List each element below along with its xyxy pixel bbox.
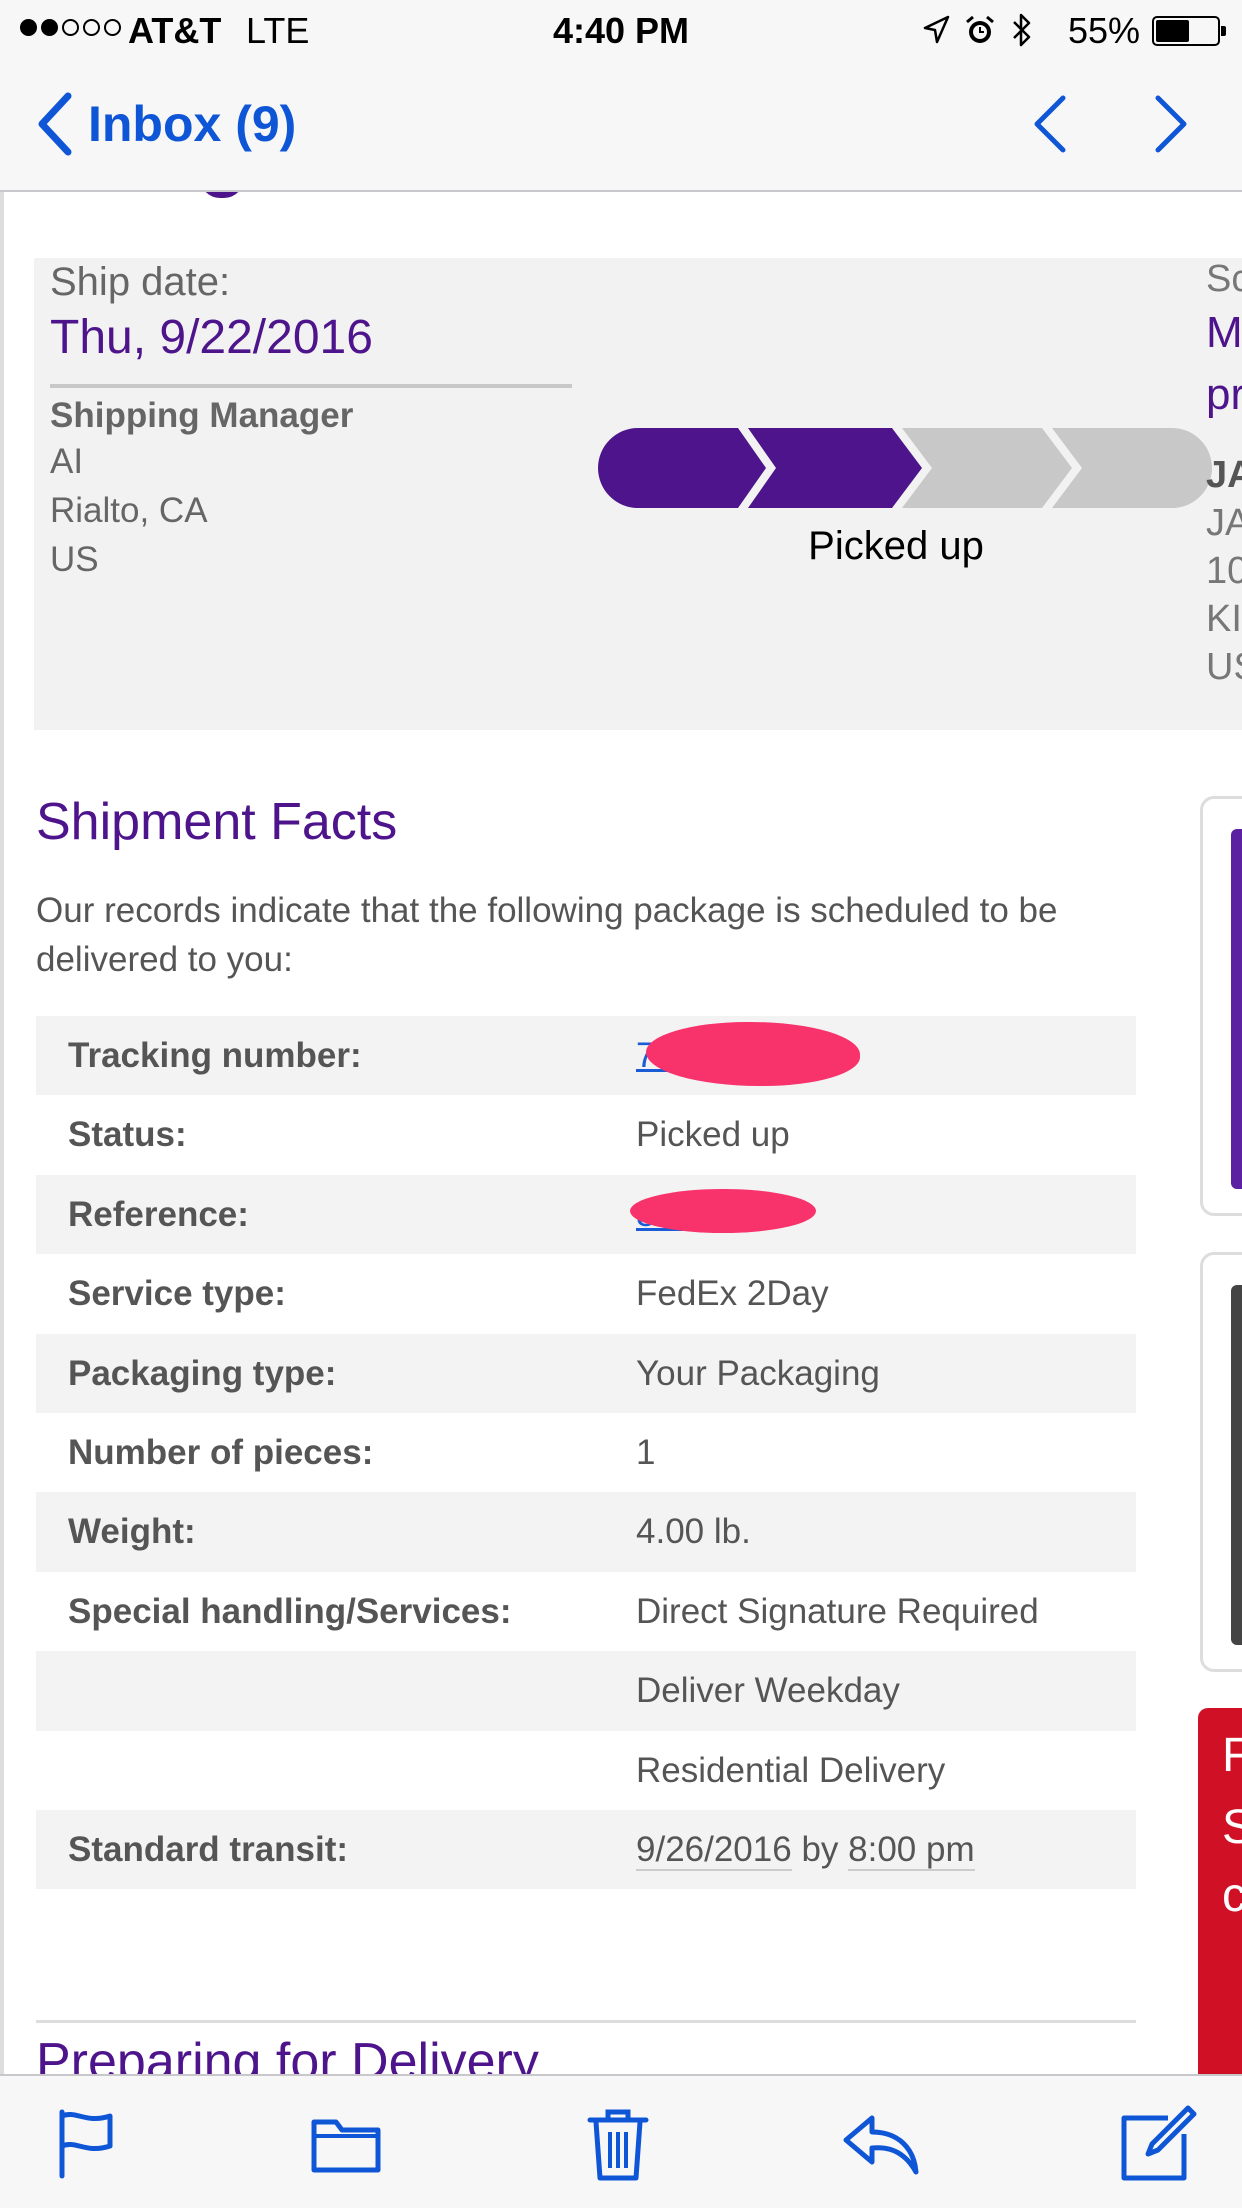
previous-message-button[interactable] [1023, 92, 1083, 156]
chevron-left-icon [38, 92, 72, 156]
special-handling-value: Deliver Weekday [636, 1671, 900, 1711]
special-handling-label: Special handling/Services: [68, 1591, 512, 1631]
battery-percentage: 55% [1068, 10, 1141, 51]
shipment-facts-intro: Our records indicate that the following … [36, 891, 1058, 979]
inbox-label: Inbox (9) [88, 96, 297, 152]
ship-date-label: Ship date: [50, 260, 231, 304]
recipient-line-fragment: US [1206, 646, 1242, 688]
transit-date: 9/26/2016 [636, 1829, 792, 1871]
progress-step-3 [902, 428, 1072, 508]
special-handling-value: Direct Signature Required [636, 1591, 1039, 1631]
mail-toolbar [0, 2074, 1242, 2208]
preparing-for-delivery-heading: Preparing for Delivery [36, 2033, 539, 2074]
shipper-name: Shipping Manager [50, 396, 354, 435]
table-row: Standard transit: 9/26/2016 by 8:00 pm [36, 1809, 1136, 1890]
transit-time: 8:00 pm [848, 1829, 975, 1871]
compose-icon[interactable] [1118, 2104, 1198, 2184]
shipment-facts-heading: Shipment Facts [36, 793, 398, 851]
ship-date-value: Thu, 9/22/2016 [50, 311, 373, 364]
table-row: Status: Picked up [36, 1095, 1136, 1174]
tracking-number-label: Tracking number: [68, 1036, 362, 1075]
table-row: Number of pieces: 1 [36, 1413, 1136, 1492]
table-row: Tracking number: 7…6 [36, 1016, 1136, 1096]
location-icon [923, 15, 950, 44]
standard-transit-label: Standard transit: [68, 1829, 349, 1869]
reply-icon[interactable] [842, 2104, 922, 2184]
next-message-button[interactable] [1138, 92, 1198, 156]
flag-icon[interactable] [46, 2104, 126, 2184]
progress-step-2 [748, 428, 922, 508]
progress-status-label: Picked up [808, 524, 984, 568]
shipper-country: US [50, 540, 99, 579]
redaction-mark [630, 1189, 816, 1233]
side-promo-card[interactable] [1200, 796, 1242, 1216]
side-promo-banner[interactable]: F S c [1198, 1708, 1242, 2074]
table-row: Packaging type: Your Packaging [36, 1333, 1136, 1413]
shipment-progress-bar [598, 428, 1212, 508]
reference-label: Reference: [68, 1194, 249, 1234]
divider [36, 2020, 1136, 2023]
side-promo-card[interactable] [1200, 1252, 1242, 1672]
number-of-pieces-label: Number of pieces: [68, 1432, 374, 1472]
divider [50, 384, 572, 388]
bluetooth-icon [1013, 13, 1031, 47]
status-value: Picked up [636, 1115, 790, 1155]
recipient-name-fragment: JA [1206, 454, 1242, 496]
service-type-label: Service type: [68, 1274, 286, 1314]
weight-label: Weight: [68, 1512, 196, 1552]
table-row: Weight: 4.00 lb. [36, 1492, 1136, 1572]
progress-step-1 [598, 428, 766, 508]
table-row: Reference: 8…17 [36, 1174, 1136, 1255]
recipient-value-fragment-2: pr [1206, 370, 1242, 419]
clipped-heading-fragment [200, 192, 244, 198]
table-row: Residential Delivery [36, 1731, 1136, 1810]
folder-icon[interactable] [306, 2104, 386, 2184]
battery-icon [1152, 16, 1226, 46]
special-handling-value: Residential Delivery [636, 1750, 946, 1790]
recipient-line-fragment: JA [1206, 502, 1242, 544]
recipient-line-fragment: 10 [1206, 550, 1242, 592]
shipment-facts-table: Tracking number: 7…6 Status: Picked up R… [36, 1016, 1136, 1890]
recipient-value-fragment: M [1206, 308, 1242, 357]
status-label: Status: [68, 1115, 187, 1155]
shipper-company: AI [50, 442, 84, 481]
back-to-inbox-button[interactable]: Inbox (9) [36, 92, 296, 156]
progress-step-4 [1052, 428, 1212, 508]
weight-value: 4.00 lb. [636, 1512, 751, 1552]
service-type-value: FedEx 2Day [636, 1274, 829, 1314]
email-body[interactable]: Ship date: Thu, 9/22/2016 Shipping Manag… [0, 192, 1242, 2074]
recipient-label-fragment: Sc [1206, 258, 1242, 300]
table-row: Service type: FedEx 2Day [36, 1254, 1136, 1333]
standard-transit-value: 9/26/2016 by 8:00 pm [636, 1829, 975, 1871]
shipper-city: Rialto, CA [50, 491, 208, 530]
table-row: Special handling/Services: Direct Signat… [36, 1572, 1136, 1651]
status-bar: AT&T LTE 4:40 PM 55% [0, 0, 1242, 62]
alarm-icon [966, 15, 994, 43]
number-of-pieces-value: 1 [636, 1432, 656, 1472]
recipient-line-fragment: KI [1206, 598, 1242, 640]
clock: 4:40 PM [552, 10, 690, 51]
navigation-bar: Inbox (9) [0, 62, 1242, 192]
trash-icon[interactable] [578, 2104, 658, 2184]
shipment-overview-panel: Ship date: Thu, 9/22/2016 Shipping Manag… [34, 258, 1242, 730]
packaging-type-label: Packaging type: [68, 1353, 337, 1393]
packaging-type-value: Your Packaging [636, 1353, 880, 1393]
table-row: Deliver Weekday [36, 1651, 1136, 1731]
